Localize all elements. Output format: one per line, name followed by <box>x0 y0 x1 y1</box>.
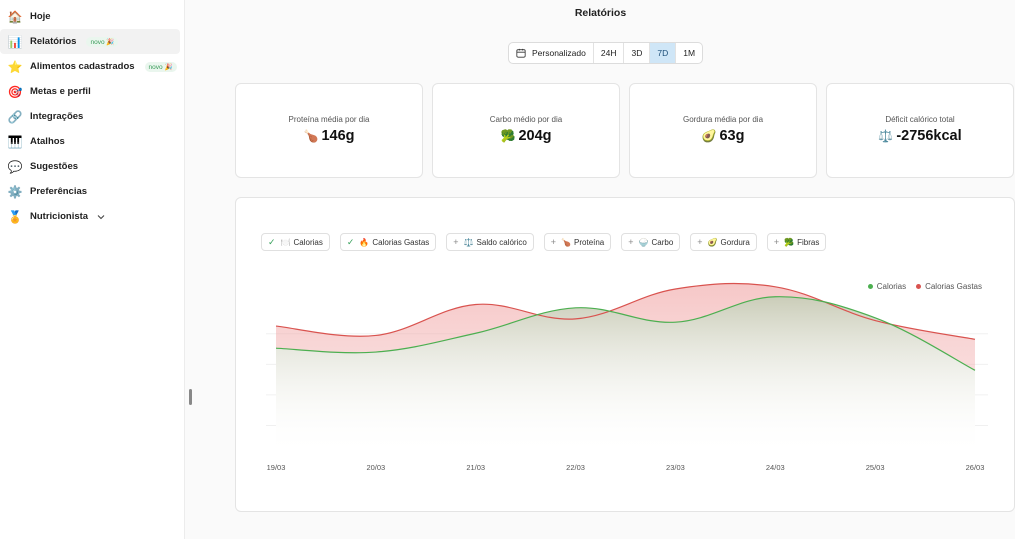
x-tick-label: 24/03 <box>766 463 785 472</box>
sidebar-item-label: Preferências <box>30 186 88 197</box>
sidebar-item-alimentos-cadastrados[interactable]: ⭐ Alimentos cadastrados novo 🎉 <box>0 54 180 79</box>
card-value: 146g <box>321 128 355 144</box>
star-icon: ⭐ <box>7 59 23 74</box>
carb-card: Carbo médio por dia 🥦 204g <box>432 83 620 178</box>
calendar-icon <box>516 48 526 58</box>
custom-range-button[interactable]: Personalizado <box>509 43 594 63</box>
sidebar-item-label: Sugestões <box>30 161 79 172</box>
card-value-row: 🍗 146g <box>236 128 422 144</box>
range-option-1m[interactable]: 1M <box>676 43 702 63</box>
sidebar: 🏠 Hoje 📊 Relatórios novo 🎉 ⭐ Alimentos cadastr… <box>0 0 185 539</box>
summary-cards: Proteína média por dia 🍗 146g Carbo médio p… <box>235 83 1015 178</box>
sidebar-item-label: Alimentos cadastrados <box>30 61 135 72</box>
protein-card: Proteína média por dia 🍗 146g <box>235 83 423 178</box>
x-tick-label: 20/03 <box>366 463 385 472</box>
sidebar-item-label: Relatórios <box>30 36 77 47</box>
bar-chart-icon: 📊 <box>7 34 23 49</box>
card-label: Déficit calórico total <box>885 115 955 124</box>
deficit-card: Déficit calórico total ⚖️ -2756kcal <box>826 83 1014 178</box>
target-icon: 🎯 <box>7 84 23 99</box>
medal-icon: 🏅 <box>7 209 23 224</box>
range-option-7d[interactable]: 7D <box>650 43 677 63</box>
broccoli-icon: 🥦 <box>500 129 516 143</box>
card-value-row: 🥑 63g <box>630 128 816 144</box>
area-chart: 19/03 20/03 21/03 22/03 23/03 24/03 25/03 26/03 <box>266 282 988 472</box>
sidebar-item-atalhos[interactable]: 🎹 Atalhos <box>0 129 180 154</box>
sidebar-item-label: Integrações <box>30 111 84 122</box>
sidebar-item-label: Hoje <box>30 11 51 22</box>
house-icon: 🏠 <box>7 9 23 24</box>
sidebar-item-label: Metas e perfil <box>30 86 91 97</box>
page-title: Relatórios <box>574 7 627 19</box>
app-window: 🏠 Hoje 📊 Relatórios novo 🎉 ⭐ Alimentos cadastr… <box>0 0 1015 539</box>
fat-card: Gordura média por dia 🥑 63g <box>629 83 817 178</box>
card-value: -2756kcal <box>896 128 962 144</box>
calorias-area <box>276 296 975 456</box>
link-icon: 🔗 <box>7 109 23 124</box>
new-badge: novo 🎉 <box>144 61 177 72</box>
new-badge: novo 🎉 <box>86 36 119 47</box>
sidebar-item-sugestoes[interactable]: 💬 Sugestões <box>0 154 180 179</box>
keyboard-icon: 🎹 <box>7 134 23 149</box>
x-tick-label: 22/03 <box>566 463 585 472</box>
chat-icon: 💬 <box>7 159 23 174</box>
card-label: Carbo médio por dia <box>489 115 563 124</box>
chart-card: ✓ 🍽️ Calorias ✓ 🔥 Calorias Gastas + ⚖️ Saldo cal… <box>235 197 1015 512</box>
gear-icon: ⚙️ <box>7 184 23 199</box>
custom-range-label: Personalizado <box>532 48 586 58</box>
card-value-row: ⚖️ -2756kcal <box>827 128 1013 144</box>
drumstick-icon: 🍗 <box>303 129 319 143</box>
card-value: 204g <box>518 128 552 144</box>
sidebar-item-label: Nutricionista <box>30 211 89 222</box>
range-option-3d[interactable]: 3D <box>624 43 651 63</box>
card-value-row: 🥦 204g <box>433 128 619 144</box>
x-tick-label: 25/03 <box>866 463 885 472</box>
sidebar-item-integracoes[interactable]: 🔗 Integrações <box>0 104 180 129</box>
sidebar-item-label: Atalhos <box>30 136 65 147</box>
x-tick-label: 19/03 <box>267 463 286 472</box>
date-range-selector: Personalizado 24H 3D 7D 1M <box>508 42 704 64</box>
sidebar-item-preferencias[interactable]: ⚙️ Preferências <box>0 179 180 204</box>
sidebar-item-hoje[interactable]: 🏠 Hoje <box>0 4 180 29</box>
x-tick-label: 23/03 <box>666 463 685 472</box>
range-option-24h[interactable]: 24H <box>594 43 625 63</box>
x-tick-label: 21/03 <box>466 463 485 472</box>
card-label: Proteína média por dia <box>288 115 370 124</box>
card-label: Gordura média por dia <box>682 115 764 124</box>
scale-icon: ⚖️ <box>878 129 894 143</box>
sidebar-item-relatorios[interactable]: 📊 Relatórios novo 🎉 <box>0 29 180 54</box>
card-value: 63g <box>719 128 745 144</box>
x-tick-label: 26/03 <box>966 463 985 472</box>
avocado-icon: 🥑 <box>701 129 717 143</box>
chevron-down-icon[interactable] <box>96 212 106 222</box>
main-content: Relatórios Personalizado 24H 3D 7D 1M Prote… <box>186 0 1015 539</box>
sidebar-item-nutricionista[interactable]: 🏅 Nutricionista <box>0 204 180 229</box>
sidebar-item-metas-e-perfil[interactable]: 🎯 Metas e perfil <box>0 79 180 104</box>
